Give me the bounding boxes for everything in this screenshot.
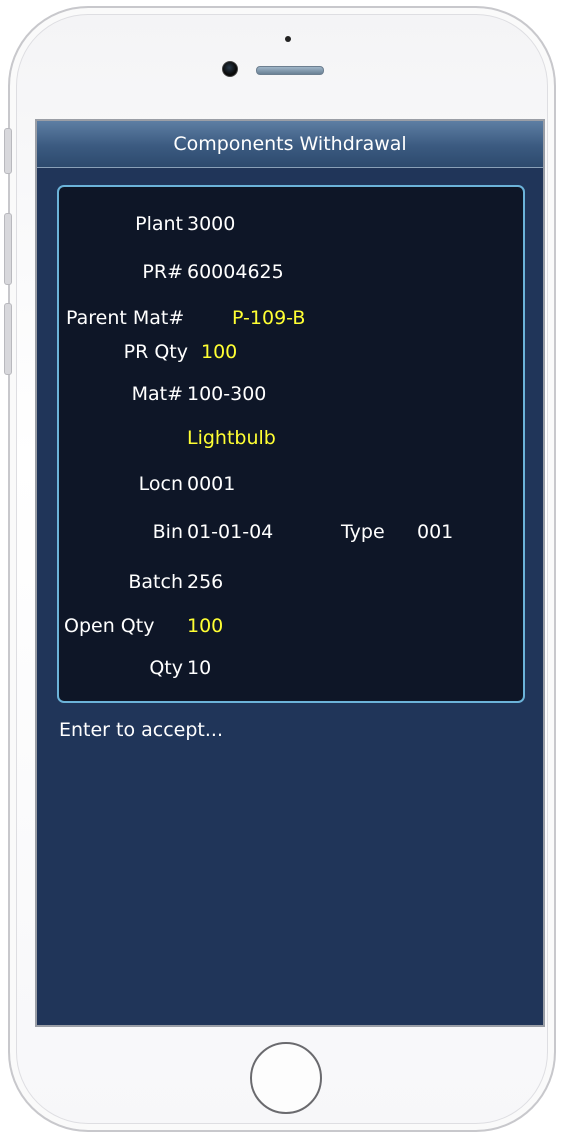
bin-value[interactable]: 01-01-04 — [187, 521, 273, 543]
material-description: Lightbulb — [187, 427, 276, 449]
parent-mat-value: P-109-B — [232, 307, 306, 329]
mat-label: Mat# — [131, 383, 183, 405]
type-label: Type — [341, 521, 385, 543]
form-panel: Plant 3000 PR# 60004625 Parent Mat# P-10… — [57, 185, 525, 703]
pr-value[interactable]: 60004625 — [187, 261, 284, 283]
locn-value[interactable]: 0001 — [187, 473, 235, 495]
mat-value[interactable]: 100-300 — [187, 383, 266, 405]
camera-icon — [222, 61, 238, 77]
title-bar: Components Withdrawal — [37, 121, 543, 168]
volume-down-button — [4, 303, 12, 375]
pr-qty-label: PR Qty — [123, 341, 188, 363]
qty-label: Qty — [149, 657, 183, 679]
bin-label: Bin — [152, 521, 183, 543]
pr-label: PR# — [142, 261, 183, 283]
pr-qty-value: 100 — [201, 341, 238, 363]
qty-input[interactable]: 10 — [187, 657, 211, 679]
batch-value[interactable]: 256 — [187, 571, 223, 593]
plant-value[interactable]: 3000 — [187, 213, 235, 235]
mute-switch — [4, 128, 12, 174]
page-title: Components Withdrawal — [173, 133, 407, 155]
volume-up-button — [4, 213, 12, 285]
batch-label: Batch — [128, 571, 183, 593]
home-button-icon[interactable] — [250, 1042, 322, 1114]
status-prompt: Enter to accept... — [59, 719, 224, 741]
parent-mat-label: Parent Mat# — [66, 307, 185, 329]
open-qty-label: Open Qty — [64, 615, 155, 637]
open-qty-value: 100 — [187, 615, 224, 637]
locn-label: Locn — [138, 473, 183, 495]
screen: Components Withdrawal Plant 3000 PR# 600… — [35, 119, 545, 1027]
sensor-dot — [285, 36, 291, 42]
plant-label: Plant — [135, 213, 183, 235]
speaker-icon — [256, 66, 324, 75]
type-value[interactable]: 001 — [417, 521, 453, 543]
